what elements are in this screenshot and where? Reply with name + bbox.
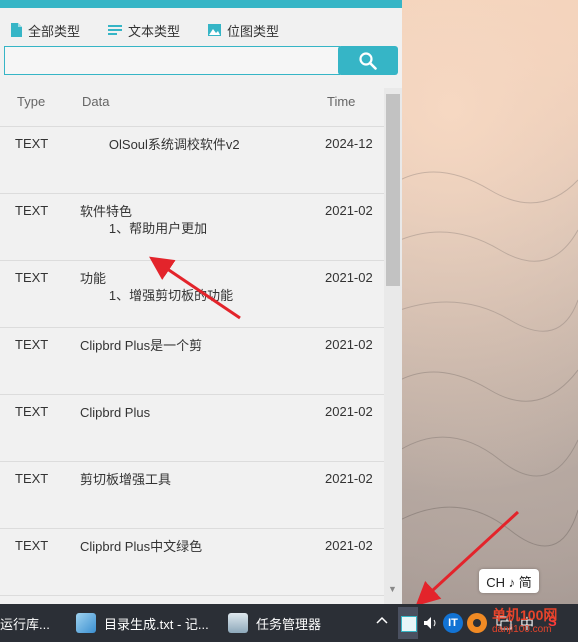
row-time: 2021-02 (325, 203, 373, 218)
type-filter-tabs: 全部类型 文本类型 位图类型 (0, 18, 297, 42)
table-row[interactable]: TEXT 软件特色 1、帮助用户更加 2021-02 (0, 194, 384, 261)
row-data: 软件特色 1、帮助用户更加 (80, 204, 208, 236)
tab-text-types[interactable]: 文本类型 (108, 18, 180, 42)
taskbar-item-label: 目录生成.txt - 记... (104, 616, 209, 632)
scroll-down-arrow-icon[interactable]: ▼ (388, 584, 397, 594)
row-data: Clipbrd Plus是一个剪 (80, 338, 203, 353)
row-type: TEXT (15, 404, 49, 419)
row-type: TEXT (15, 538, 49, 553)
rock-texture (400, 171, 578, 547)
volume-icon[interactable] (423, 616, 439, 630)
file-icon (11, 23, 22, 37)
network-icon[interactable] (496, 615, 512, 631)
taskbar: 运行库... 目录生成.txt - 记... 任务管理器 IT 中 S (0, 604, 578, 642)
it-app-tray-icon[interactable]: IT (443, 613, 463, 633)
row-time: 2021-02 (325, 471, 373, 486)
table-row[interactable]: TEXT Clipbrd Plus 2021-02 (0, 395, 384, 462)
row-type: TEXT (15, 471, 49, 486)
taskbar-item-task-manager[interactable]: 任务管理器 (228, 604, 321, 642)
text-lines-icon (108, 25, 123, 35)
tab-all-types-label: 全部类型 (28, 23, 81, 39)
row-type: TEXT (15, 270, 49, 285)
orange-circle-tray-icon[interactable] (467, 613, 487, 633)
row-time: 2021-02 (325, 270, 373, 285)
tab-bitmap-types-label: 位图类型 (227, 23, 280, 39)
row-data: Clipbrd Plus (80, 405, 151, 420)
taskbar-item-label: 运行库... (0, 616, 50, 632)
task-manager-icon (228, 613, 248, 633)
search-row (4, 46, 400, 77)
ime-indicator[interactable]: CH ♪ 简 (479, 569, 539, 593)
tab-all-types[interactable]: 全部类型 (10, 18, 80, 42)
input-language-indicator[interactable]: 中 (520, 614, 534, 634)
row-data: Clipbrd Plus中文绿色 (80, 539, 203, 554)
tab-bitmap-types[interactable]: 位图类型 (208, 18, 279, 42)
search-icon (359, 51, 377, 70)
search-button[interactable] (338, 46, 398, 75)
clipboard-app-tray-icon (401, 616, 417, 632)
show-hidden-icons-chevron-icon[interactable] (376, 614, 388, 628)
table-row[interactable]: TEXT Clipbrd Plus中文绿色 2021-02 (0, 529, 384, 596)
table-row[interactable]: TEXT 功能 1、增强剪切板的功能 2021-02 (0, 261, 384, 328)
search-input[interactable] (4, 46, 340, 75)
clipboard-app-window: 全部类型 文本类型 位图类型 Type Data Time TEXT OlSou… (0, 0, 402, 604)
row-type: TEXT (15, 136, 49, 151)
row-data: OlSoul系统调校软件v2 (80, 137, 240, 152)
tab-text-types-label: 文本类型 (128, 23, 181, 39)
clipboard-history-list: TEXT OlSoul系统调校软件v2 2024-12 TEXT 软件特色 1、… (0, 127, 384, 596)
table-row[interactable]: TEXT Clipbrd Plus是一个剪 2021-02 (0, 328, 384, 395)
taskbar-item-label: 任务管理器 (256, 616, 322, 632)
taskbar-item-runtime[interactable]: 运行库... (0, 604, 50, 642)
row-time: 2024-12 (325, 136, 373, 151)
scrollbar-thumb[interactable] (386, 94, 400, 286)
image-icon (208, 24, 222, 36)
row-time: 2021-02 (325, 337, 373, 352)
notepad-icon (76, 613, 96, 633)
column-header-type[interactable]: Type (17, 94, 45, 109)
row-data: 功能 1、增强剪切板的功能 (80, 271, 234, 303)
row-type: TEXT (15, 337, 49, 352)
taskbar-item-notepad[interactable]: 目录生成.txt - 记... (76, 604, 209, 642)
vertical-scrollbar[interactable]: ▼ (384, 88, 402, 604)
row-time: 2021-02 (325, 404, 373, 419)
column-header-time[interactable]: Time (327, 94, 355, 109)
window-accent-bar (0, 0, 402, 8)
table-row[interactable]: TEXT 剪切板增强工具 2021-02 (0, 462, 384, 529)
row-type: TEXT (15, 203, 49, 218)
row-data: 剪切板增强工具 (80, 472, 172, 487)
sogou-input-icon[interactable]: S (548, 614, 557, 629)
column-header-data[interactable]: Data (82, 94, 109, 109)
tray-clipboard-app-highlight[interactable] (398, 607, 418, 639)
table-header: Type Data Time (0, 88, 384, 127)
row-time: 2021-02 (325, 538, 373, 553)
table-row[interactable]: TEXT OlSoul系统调校软件v2 2024-12 (0, 127, 384, 194)
